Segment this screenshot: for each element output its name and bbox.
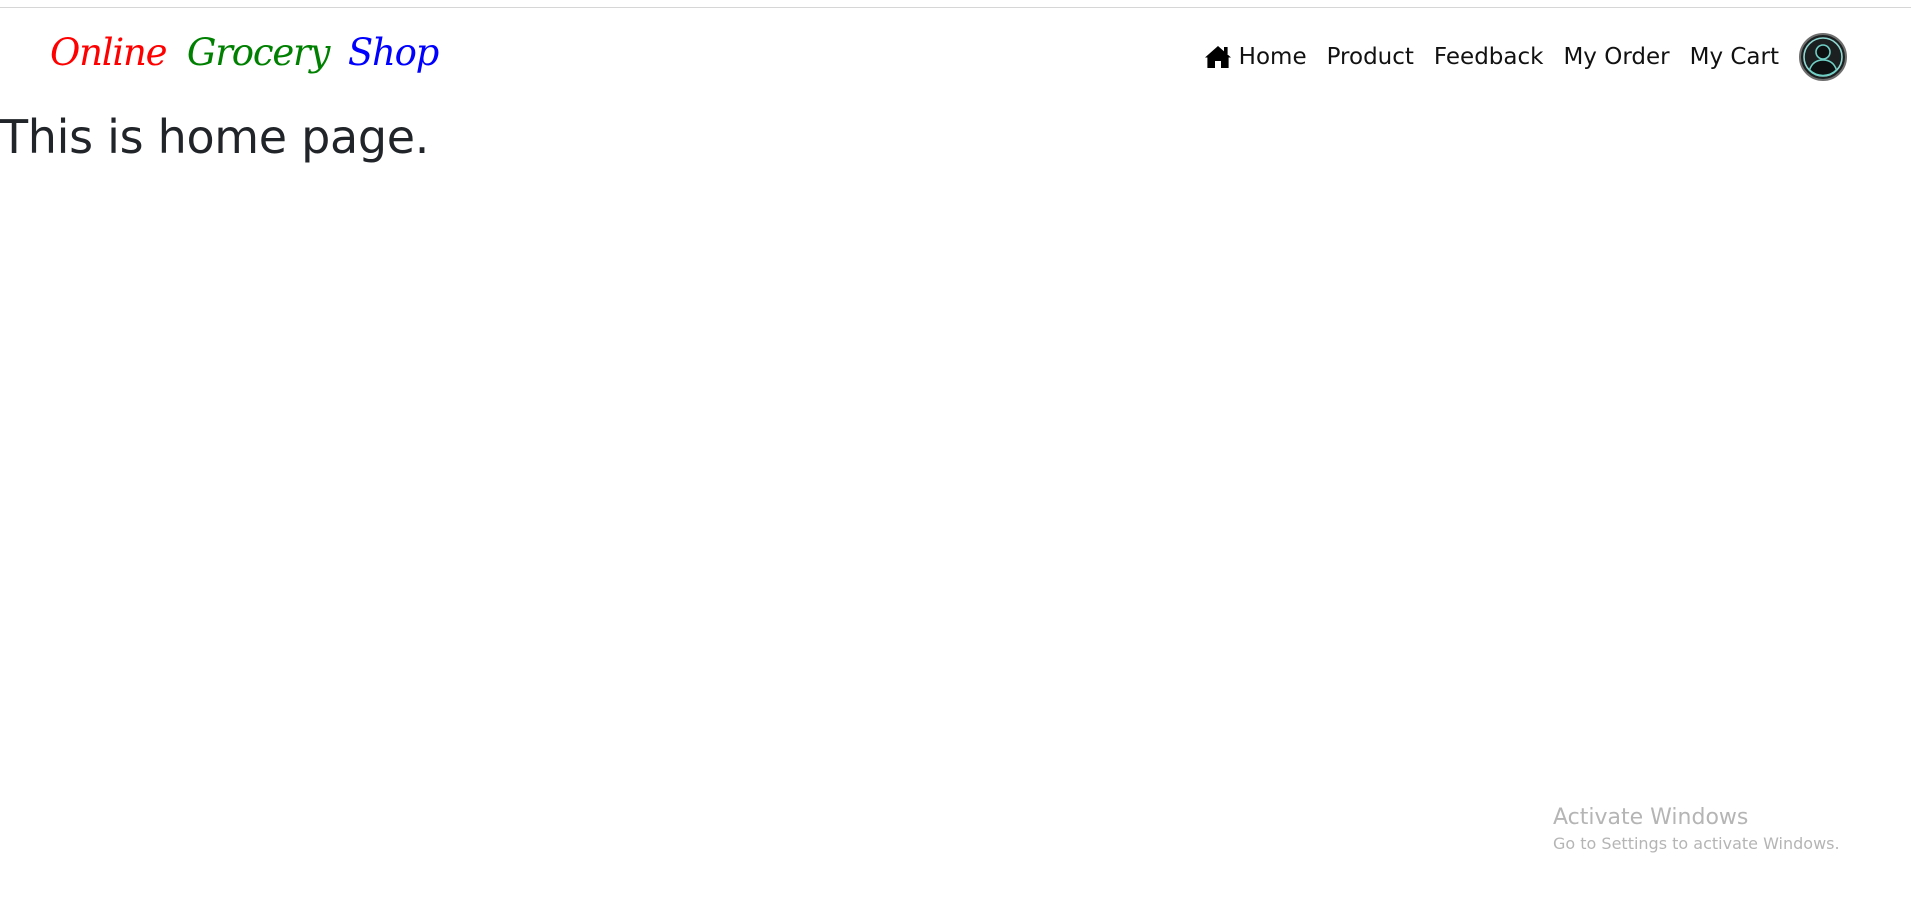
user-avatar-icon[interactable] (1799, 33, 1847, 81)
nav-my-cart[interactable]: My Cart (1690, 43, 1779, 71)
brand-word-shop: Shop (347, 31, 440, 74)
home-icon (1204, 46, 1231, 68)
nav-links: Home Product Feedback My Order My Cart (1204, 33, 1847, 81)
nav-home-label: Home (1238, 44, 1307, 70)
nav-feedback[interactable]: Feedback (1434, 43, 1544, 71)
navbar: Online Grocery Shop Home Product Feedbac… (0, 8, 1911, 104)
windows-activation-watermark: Activate Windows Go to Settings to activ… (1553, 804, 1840, 856)
brand-logo[interactable]: Online Grocery Shop (50, 30, 440, 76)
nav-my-order[interactable]: My Order (1563, 43, 1669, 71)
watermark-subtitle: Go to Settings to activate Windows. (1553, 834, 1840, 853)
nav-home[interactable]: Home (1204, 43, 1307, 71)
page-title: This is home page. (0, 110, 430, 164)
watermark-title: Activate Windows (1553, 805, 1749, 830)
page: Online Grocery Shop Home Product Feedbac… (0, 0, 1911, 907)
brand-word-grocery: Grocery (186, 31, 331, 74)
brand-word-online: Online (50, 31, 168, 74)
user-silhouette-icon (1803, 37, 1843, 77)
nav-product[interactable]: Product (1327, 43, 1414, 71)
